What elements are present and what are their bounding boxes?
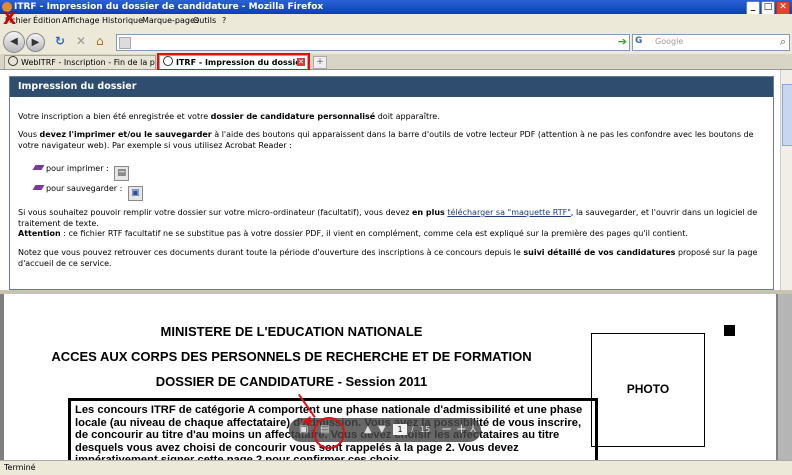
page-favicon bbox=[119, 37, 131, 49]
home-icon[interactable]: ⌂ bbox=[96, 35, 104, 47]
tab-favicon bbox=[163, 56, 173, 66]
new-tab-button[interactable]: + bbox=[313, 56, 327, 69]
pdf-heading-ministere: MINISTERE DE L'EDUCATION NATIONALE bbox=[160, 324, 423, 339]
navigation-toolbar: ◀ ▶ ↻ ✕ ⌂ ➔ G Google ⌕ bbox=[0, 29, 792, 55]
paragraph-instructions: Vous devez l'imprimer et/ou le sauvegard… bbox=[18, 130, 754, 150]
pdf-zoom-in-icon[interactable]: + bbox=[456, 423, 467, 437]
paragraph-attention: Attention : ce fichier RTF facultatif ne… bbox=[18, 229, 688, 238]
tab-impression-dossier[interactable]: ITRF - Impression du dossier de ... ✕ bbox=[157, 53, 310, 71]
web-content: Impression du dossier Votre inscription … bbox=[0, 70, 780, 290]
pdf-next-page-icon[interactable]: ▼ bbox=[378, 423, 386, 437]
google-engine-icon[interactable]: G bbox=[635, 36, 642, 46]
status-bar: Terminé bbox=[0, 460, 792, 475]
paragraph-rtf: Si vous souhaitez pouvoir remplir votre … bbox=[18, 208, 758, 228]
scrollbar-thumb[interactable] bbox=[782, 84, 792, 146]
pdf-page-number[interactable]: 1 bbox=[393, 424, 407, 435]
acrobat-save-icon: ▣ bbox=[127, 186, 143, 201]
rtf-download-link[interactable]: télécharger sa "maquette RTF" bbox=[447, 208, 571, 217]
pen-bullet-icon bbox=[32, 165, 45, 170]
menu-help[interactable]: ? bbox=[222, 16, 226, 25]
menu-edition[interactable]: Édition bbox=[33, 16, 61, 25]
address-bar[interactable]: ➔ bbox=[116, 34, 630, 51]
content-scrollbar[interactable] bbox=[780, 70, 792, 290]
close-window-button[interactable]: ✕ bbox=[776, 1, 790, 15]
paragraph-intro: Votre inscription a bien été enregistrée… bbox=[18, 112, 440, 121]
back-button[interactable]: ◀ bbox=[3, 31, 25, 53]
reload-icon[interactable]: ↻ bbox=[55, 35, 65, 47]
acrobat-print-icon: ▤ bbox=[114, 166, 130, 181]
pdf-page-separator: / bbox=[411, 425, 414, 434]
menu-outils[interactable]: Outils bbox=[193, 16, 216, 25]
close-tab-icon[interactable]: ✕ bbox=[297, 58, 305, 66]
print-instruction: pour imprimer : ▤ bbox=[32, 163, 130, 181]
maximize-button[interactable]: □ bbox=[761, 1, 775, 15]
tab-bar: WebITRF - Inscription - Fin de la procé.… bbox=[0, 53, 792, 71]
paragraph-note: Notez que vous pouvez retrouver ces docu… bbox=[18, 248, 758, 268]
panel-title: Impression du dossier bbox=[10, 77, 773, 97]
go-arrow-icon[interactable]: ➔ bbox=[618, 36, 627, 48]
tab-favicon bbox=[8, 56, 18, 66]
window-title: ITRF - Impression du dossier de candidat… bbox=[14, 2, 324, 12]
window-title-bar: ITRF - Impression du dossier de candidat… bbox=[0, 0, 792, 15]
pdf-heading-acces: ACCES AUX CORPS DES PERSONNELS DE RECHER… bbox=[51, 349, 532, 364]
pdf-prev-page-icon[interactable]: ▲ bbox=[364, 423, 372, 437]
menu-historique[interactable]: Historique bbox=[102, 16, 143, 25]
pdf-adobe-icon[interactable]: ⅄ bbox=[470, 423, 476, 437]
tab-label: ITRF - Impression du dossier de ... bbox=[176, 58, 307, 67]
minimize-button[interactable]: _ bbox=[746, 1, 760, 15]
status-text: Terminé bbox=[4, 463, 36, 472]
photo-box: PHOTO bbox=[591, 333, 705, 447]
print-highlight-circle bbox=[313, 417, 345, 449]
impression-panel: Impression du dossier Votre inscription … bbox=[9, 76, 774, 290]
menu-affichage[interactable]: Affichage bbox=[62, 16, 100, 25]
pdf-zoom-out-icon[interactable]: − bbox=[441, 423, 452, 437]
forward-button[interactable]: ▶ bbox=[26, 33, 45, 52]
pen-bullet-icon bbox=[32, 185, 45, 190]
menu-bar: Fichier Édition Affichage Historique Mar… bbox=[0, 14, 792, 29]
tab-webitrf[interactable]: WebITRF - Inscription - Fin de la procé.… bbox=[4, 55, 156, 69]
search-box[interactable]: G Google ⌕ bbox=[632, 34, 790, 51]
pdf-black-square bbox=[724, 325, 735, 336]
pdf-scrollbar[interactable] bbox=[778, 294, 792, 460]
stop-icon[interactable]: ✕ bbox=[76, 35, 86, 47]
pdf-total-pages: 15 bbox=[420, 425, 431, 434]
pdf-heading-dossier: DOSSIER DE CANDIDATURE - Session 2011 bbox=[155, 374, 428, 389]
save-instruction: pour sauvegarder : ▣ bbox=[32, 183, 143, 201]
menu-marque-pages[interactable]: Marque-pages bbox=[142, 16, 199, 25]
tab-label: WebITRF - Inscription - Fin de la procé.… bbox=[21, 58, 155, 67]
red-x-annotation-icon: X bbox=[3, 9, 17, 29]
search-icon[interactable]: ⌕ bbox=[780, 35, 786, 49]
search-placeholder: Google bbox=[655, 37, 684, 46]
